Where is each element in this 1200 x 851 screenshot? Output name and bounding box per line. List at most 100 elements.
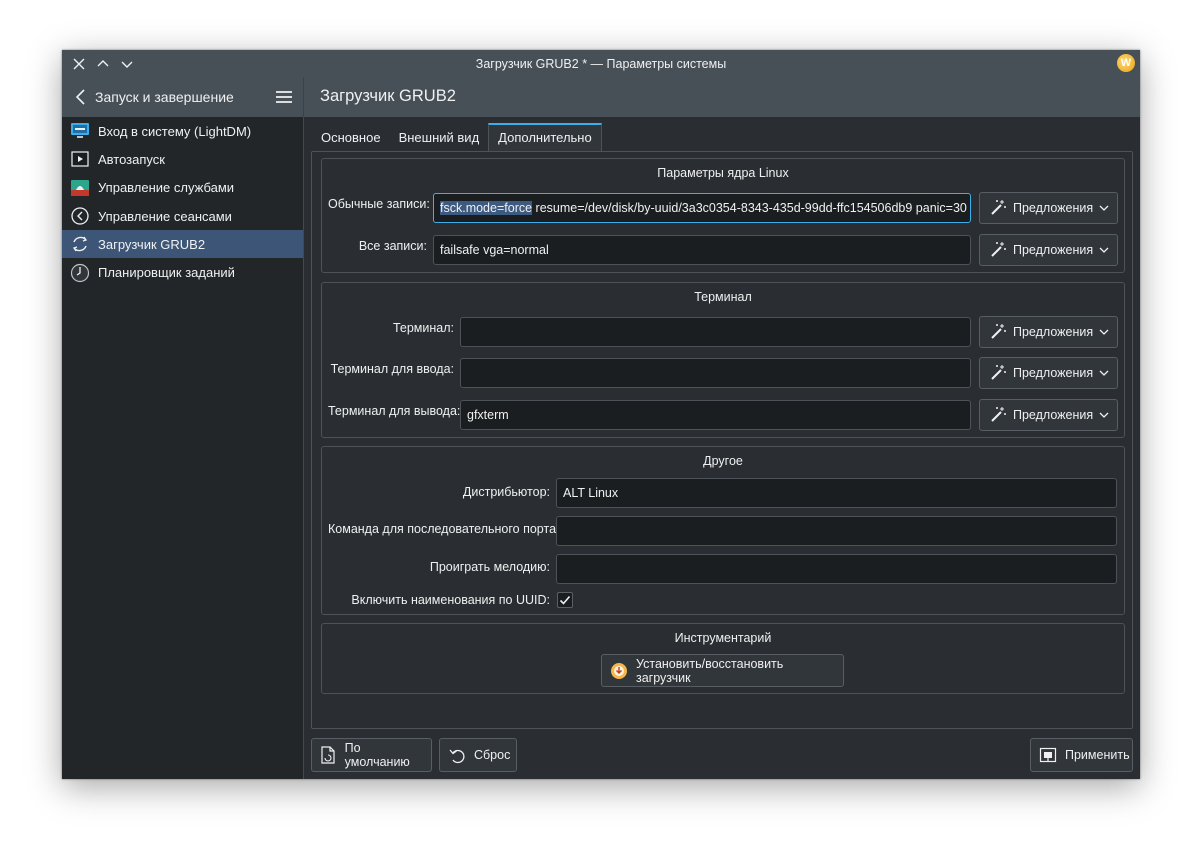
normal-entries-suggestions-button[interactable]: Предложения — [979, 192, 1118, 224]
settings-window: Загрузчик GRUB2 * — Параметры системы W … — [62, 50, 1140, 779]
tab-advanced[interactable]: Дополнительно — [488, 123, 602, 152]
magic-wand-icon — [991, 407, 1006, 422]
serial-command-label: Команда для последовательного порта: — [328, 522, 560, 536]
sidebar-item-autostart[interactable]: Автозапуск — [62, 145, 303, 173]
section-title: Запуск и завершение — [95, 89, 234, 105]
normal-entries-label: Обычные записи: — [328, 197, 430, 211]
suggest-label: Предложения — [1013, 408, 1094, 422]
titlebar: Загрузчик GRUB2 * — Параметры системы W — [62, 50, 1140, 77]
apply-button[interactable]: Применить — [1030, 738, 1133, 772]
checkmark-icon — [559, 595, 571, 605]
undo-icon — [448, 746, 466, 764]
close-icon — [73, 58, 85, 70]
serial-command-input[interactable] — [556, 516, 1117, 546]
group-title: Инструментарий — [674, 631, 772, 645]
suggest-label: Предложения — [1013, 243, 1094, 257]
sidebar-item-lightdm[interactable]: Вход в систему (LightDM) — [62, 117, 303, 145]
sidebar-item-services[interactable]: Управление службами — [62, 174, 303, 202]
distributor-input[interactable]: ALT Linux — [556, 478, 1117, 508]
chevron-down-icon — [121, 61, 133, 68]
chevron-down-icon — [1099, 412, 1109, 418]
tab-bar: Основное Внешний вид Дополнительно — [312, 123, 602, 152]
minimize-window-button[interactable] — [116, 53, 138, 75]
defaults-label: По умолчанию — [344, 741, 410, 769]
sidebar-item-label: Управление сеансами — [98, 208, 232, 224]
terminal-output-suggestions-button[interactable]: Предложения — [979, 399, 1118, 431]
sidebar-item-grub2[interactable]: Загрузчик GRUB2 — [62, 230, 303, 259]
other-group: Другое Дистрибьютор: ALT Linux Команда д… — [321, 446, 1125, 615]
chevron-down-icon — [1099, 205, 1109, 211]
session-icon — [70, 206, 90, 226]
kernel-params-group: Параметры ядра Linux Обычные записи: fsc… — [321, 158, 1125, 273]
sidebar-item-scheduler[interactable]: Планировщик заданий — [62, 258, 303, 286]
sidebar-item-label: Управление службами — [98, 180, 235, 196]
window-title: Загрузчик GRUB2 * — Параметры системы — [475, 56, 727, 71]
group-title: Параметры ядра Linux — [657, 166, 789, 180]
page-title: Загрузчик GRUB2 — [320, 87, 456, 105]
selected-text: fsck.mode=force — [440, 201, 533, 215]
all-entries-label: Все записи: — [358, 239, 427, 253]
terminal-input-field[interactable] — [460, 358, 971, 388]
back-arrow-icon — [75, 89, 85, 105]
maximize-window-button[interactable] — [92, 53, 114, 75]
suggest-label: Предложения — [1013, 325, 1094, 339]
sidebar-item-sessions[interactable]: Управление сеансами — [62, 202, 303, 230]
back-button[interactable] — [72, 87, 92, 107]
chevron-up-icon — [97, 60, 109, 67]
sidebar: Вход в систему (LightDM) Автозапуск Упра… — [62, 117, 303, 779]
main-content: Основное Внешний вид Дополнительно Парам… — [304, 117, 1140, 779]
chevron-down-icon — [1099, 247, 1109, 253]
hamburger-menu-button[interactable] — [274, 87, 294, 107]
apply-icon — [1039, 746, 1057, 764]
reset-button[interactable]: Сброс — [439, 738, 517, 772]
apply-label: Применить — [1065, 748, 1130, 762]
sidebar-item-label: Планировщик заданий — [98, 265, 235, 281]
uuid-label: Включить наименования по UUID: — [351, 593, 550, 607]
magic-wand-icon — [991, 324, 1006, 339]
uuid-checkbox[interactable] — [557, 592, 573, 608]
install-icon — [610, 662, 628, 680]
install-label: Установить/восстановить загрузчик — [636, 656, 784, 685]
autostart-icon — [70, 149, 90, 169]
tools-group: Инструментарий Установить/восстановить з… — [321, 623, 1125, 694]
tab-general[interactable]: Основное — [312, 123, 390, 152]
sidebar-item-label: Загрузчик GRUB2 — [98, 236, 206, 252]
clock-icon — [70, 263, 90, 283]
terminal-input-suggestions-button[interactable]: Предложения — [979, 357, 1118, 389]
suggest-label: Предложения — [1013, 201, 1094, 215]
defaults-button[interactable]: По умолчанию — [311, 738, 432, 772]
play-tune-input[interactable] — [556, 554, 1117, 584]
suggest-label: Предложения — [1013, 366, 1094, 380]
document-defaults-icon — [320, 746, 337, 764]
terminal-input[interactable] — [460, 317, 971, 347]
all-entries-suggestions-button[interactable]: Предложения — [979, 234, 1118, 266]
services-icon — [70, 178, 90, 198]
sidebar-item-label: Вход в систему (LightDM) — [98, 123, 252, 139]
terminal-label: Терминал: — [392, 321, 454, 335]
terminal-input-label: Терминал для ввода: — [330, 362, 454, 376]
normal-entries-input[interactable]: fsck.mode=force resume=/dev/disk/by-uuid… — [433, 193, 971, 223]
magic-wand-icon — [991, 365, 1006, 380]
close-window-button[interactable] — [68, 53, 90, 75]
group-title: Терминал — [694, 290, 752, 304]
tab-appearance[interactable]: Внешний вид — [390, 123, 489, 152]
grub-icon — [70, 234, 90, 254]
terminal-output-field[interactable]: gfxterm — [460, 400, 971, 430]
magic-wand-icon — [991, 242, 1006, 257]
header-divider — [303, 77, 304, 117]
chevron-down-icon — [1099, 329, 1109, 335]
distributor-label: Дистрибьютор: — [462, 485, 550, 499]
terminal-suggestions-button[interactable]: Предложения — [979, 316, 1118, 348]
terminal-group: Терминал Терминал: Предложения Терминал … — [321, 282, 1125, 438]
magic-wand-icon — [991, 200, 1006, 215]
play-tune-label: Проиграть мелодию: — [429, 560, 550, 574]
monitor-icon — [70, 121, 90, 141]
terminal-output-label: Терминал для вывода: — [328, 404, 461, 418]
sidebar-item-label: Автозапуск — [98, 151, 165, 167]
group-title: Другое — [703, 454, 743, 468]
install-bootloader-button[interactable]: Установить/восстановить загрузчик — [601, 654, 844, 687]
reset-label: Сброс — [474, 748, 511, 762]
hamburger-icon — [276, 91, 292, 103]
input-text: resume=/dev/disk/by-uuid/3a3c0354-8343-4… — [532, 201, 971, 215]
all-entries-input[interactable]: failsafe vga=normal — [433, 235, 971, 265]
